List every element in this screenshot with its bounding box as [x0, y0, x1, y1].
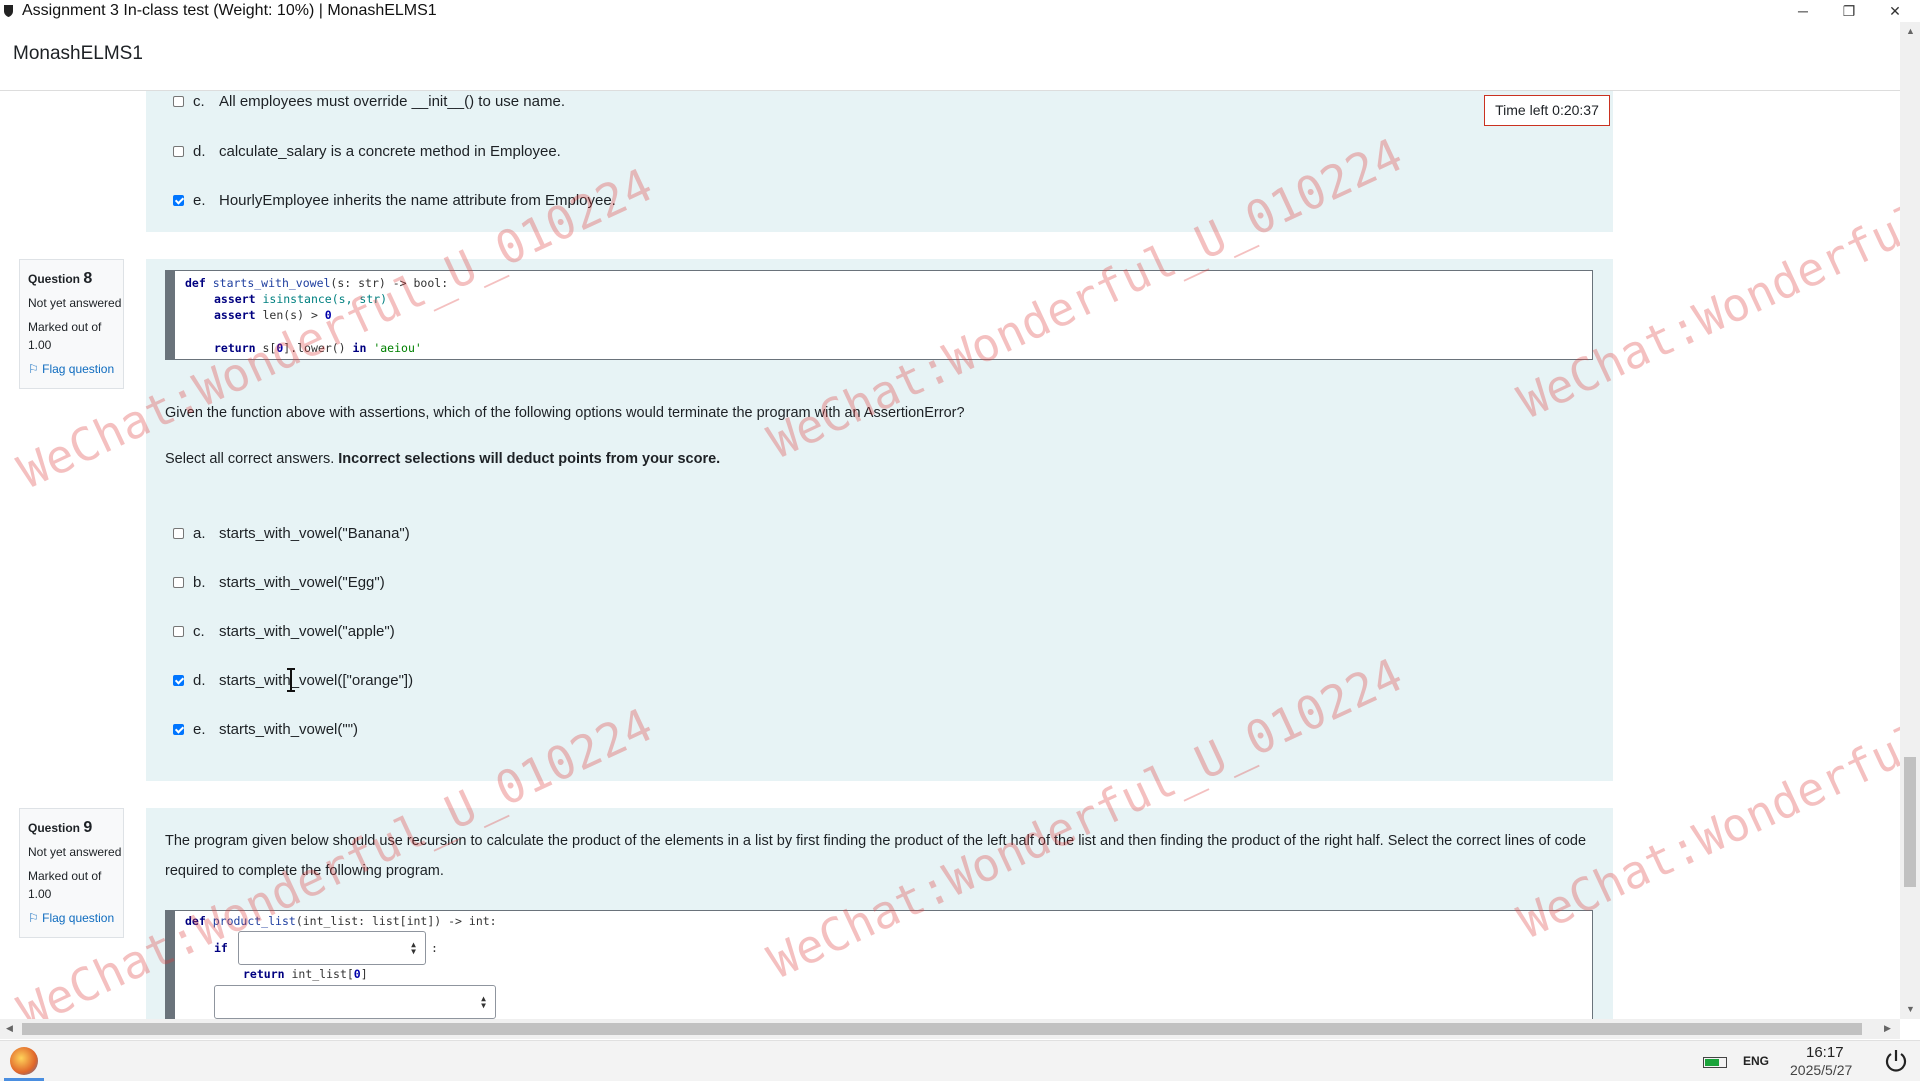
- power-icon[interactable]: [1883, 1048, 1909, 1074]
- option-text: All employees must override __init__() t…: [219, 92, 565, 110]
- q7-option-e[interactable]: e. HourlyEmployee inherits the name attr…: [173, 188, 616, 212]
- q7-option-d[interactable]: d. calculate_salary is a concrete method…: [173, 139, 561, 163]
- q8-option-e[interactable]: e. starts_with_vowel(""): [173, 717, 358, 741]
- scrollbar-thumb[interactable]: [1904, 757, 1916, 887]
- q9-code-block: def product_list(int_list: list[int]) ->…: [165, 910, 1593, 1019]
- text-cursor-icon: [287, 668, 295, 692]
- battery-icon[interactable]: [1703, 1057, 1727, 1068]
- app-header: MonashELMS1: [0, 24, 1920, 91]
- flag-icon: ⚐: [28, 362, 39, 376]
- q7-option-c[interactable]: c. All employees must override __init__(…: [173, 91, 565, 113]
- site-brand[interactable]: MonashELMS1: [13, 43, 143, 65]
- q8-option-a[interactable]: a. starts_with_vowel("Banana"): [173, 521, 410, 545]
- question-marks: Marked out of 1.00: [28, 320, 102, 352]
- vertical-scrollbar[interactable]: ▲ ▼: [1900, 22, 1920, 1019]
- language-indicator[interactable]: ENG: [1743, 1054, 1769, 1068]
- question-status: Not yet answered: [28, 845, 122, 859]
- clock-time[interactable]: 16:17: [1806, 1044, 1844, 1061]
- q8-instruction: Select all correct answers. Incorrect se…: [165, 451, 721, 467]
- minimize-button[interactable]: ─: [1780, 0, 1826, 22]
- option-letter: d.: [193, 671, 206, 689]
- code-line: assert len(s) > 0: [214, 308, 332, 322]
- scroll-right-icon[interactable]: ▶: [1884, 1023, 1891, 1034]
- checkbox-checked[interactable]: [173, 723, 184, 735]
- question-9-info: Question 9 Not yet answered Marked out o…: [19, 808, 124, 938]
- option-text: starts_with_vowel(["orange"]): [219, 671, 414, 689]
- question-number: Question 9: [28, 819, 93, 836]
- option-letter: b.: [193, 573, 206, 591]
- question-status: Not yet answered: [28, 296, 122, 310]
- checkbox[interactable]: [173, 95, 184, 107]
- question-marks: Marked out of 1.00: [28, 869, 102, 901]
- scrollbar-thumb[interactable]: [22, 1023, 1862, 1035]
- option-text: starts_with_vowel(""): [219, 720, 359, 738]
- horizontal-scrollbar[interactable]: ◀ ▶: [0, 1019, 1900, 1039]
- option-letter: c.: [193, 622, 205, 640]
- restore-button[interactable]: ❐: [1826, 0, 1872, 22]
- option-letter: c.: [193, 92, 205, 110]
- flag-question-link[interactable]: ⚐ Flag question: [28, 360, 123, 378]
- flag-question-link[interactable]: ⚐ Flag question: [28, 909, 123, 927]
- flag-icon: ⚐: [28, 911, 39, 925]
- checkbox-checked[interactable]: [173, 674, 184, 686]
- option-text: HourlyEmployee inherits the name attribu…: [219, 191, 616, 209]
- select-arrows-icon: ▲ ▼: [481, 994, 486, 1010]
- option-text: starts_with_vowel("Banana"): [219, 524, 410, 542]
- if-condition-select[interactable]: ▲ ▼: [238, 931, 426, 965]
- code-line: def product_list(int_list: list[int]) ->…: [185, 914, 497, 928]
- option-text: starts_with_vowel("apple"): [219, 622, 395, 640]
- option-text: starts_with_vowel("Egg"): [219, 573, 385, 591]
- code-line: :: [431, 941, 438, 955]
- code-line: def starts_with_vowel(s: str) -> bool:: [185, 276, 449, 290]
- q8-option-b[interactable]: b. starts_with_vowel("Egg"): [173, 570, 385, 594]
- app-shield-icon: [4, 5, 13, 17]
- scroll-left-icon[interactable]: ◀: [6, 1023, 13, 1034]
- taskbar: ENG 16:17 2025/5/27: [0, 1040, 1920, 1081]
- code-line: if: [214, 941, 228, 955]
- time-left-badge: Time left 0:20:37: [1484, 95, 1610, 126]
- option-letter: d.: [193, 142, 206, 160]
- close-button[interactable]: ✕: [1872, 0, 1918, 22]
- question-number: Question 8: [28, 270, 93, 287]
- code-line: assert isinstance(s, str): [214, 292, 388, 306]
- select-arrows-icon: ▲ ▼: [411, 940, 416, 956]
- checkbox[interactable]: [173, 145, 184, 157]
- option-text: calculate_salary is a concrete method in…: [219, 142, 561, 160]
- q9-prompt: The program given below should use recur…: [165, 833, 1587, 879]
- option-letter: e.: [193, 720, 206, 738]
- question-8-info: Question 8 Not yet answered Marked out o…: [19, 259, 124, 389]
- checkbox-checked[interactable]: [173, 194, 184, 206]
- option-letter: a.: [193, 524, 206, 542]
- scroll-down-icon[interactable]: ▼: [1906, 1004, 1915, 1014]
- code-line: return int_list[0]: [243, 967, 368, 981]
- window-title: Assignment 3 In-class test (Weight: 10%)…: [22, 2, 437, 19]
- scroll-up-icon[interactable]: ▲: [1906, 26, 1915, 36]
- checkbox[interactable]: [173, 576, 184, 588]
- clock-date[interactable]: 2025/5/27: [1790, 1062, 1852, 1078]
- window-titlebar: Assignment 3 In-class test (Weight: 10%)…: [0, 0, 1920, 24]
- q8-prompt: Given the function above with assertions…: [165, 405, 965, 421]
- checkbox[interactable]: [173, 527, 184, 539]
- quiz-content[interactable]: c. All employees must override __init__(…: [0, 91, 1900, 1019]
- start-icon[interactable]: [10, 1047, 38, 1075]
- line-select[interactable]: ▲ ▼: [214, 985, 496, 1019]
- checkbox[interactable]: [173, 625, 184, 637]
- option-letter: e.: [193, 191, 206, 209]
- code-line: return s[0].lower() in 'aeiou': [214, 341, 422, 355]
- q8-option-c[interactable]: c. starts_with_vowel("apple"): [173, 619, 395, 643]
- q8-code-block: def starts_with_vowel(s: str) -> bool: a…: [165, 270, 1593, 360]
